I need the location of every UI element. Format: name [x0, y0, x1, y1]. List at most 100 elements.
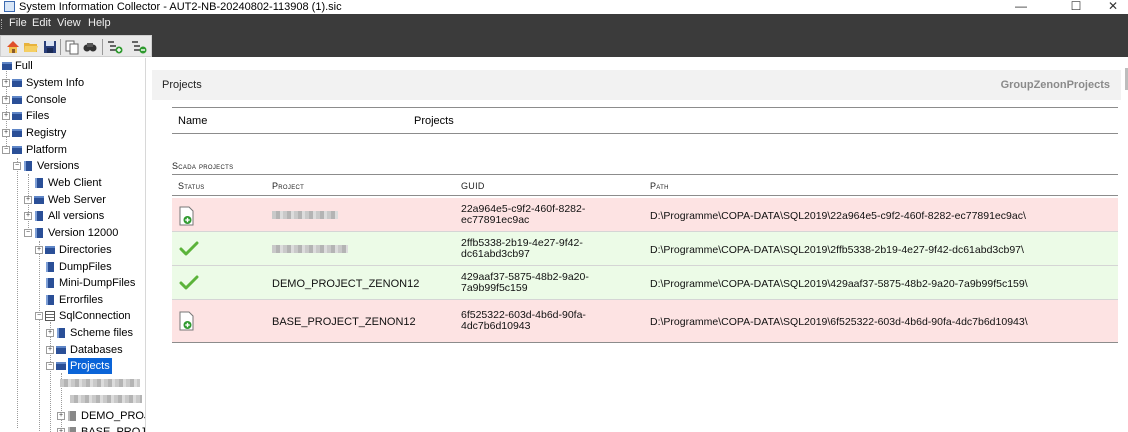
tree-item-label: Web Client [48, 177, 102, 189]
document-icon [46, 278, 54, 288]
menu-file[interactable]: File [9, 17, 27, 30]
close-button[interactable]: ✕ [1098, 0, 1128, 14]
collapse-icon[interactable]: − [24, 229, 32, 237]
folder-icon [56, 346, 66, 354]
document-icon [35, 228, 43, 238]
folder-icon [12, 129, 22, 137]
expand-icon[interactable]: + [24, 212, 32, 220]
expand-icon[interactable]: + [57, 428, 65, 432]
project-name-cell: BASE_PROJECT_ZENON12 [272, 316, 416, 328]
copy-icon[interactable] [64, 39, 80, 55]
column-header-status[interactable]: Status [178, 181, 205, 191]
menu-grip [1, 19, 3, 29]
window-title: System Information Collector - AUT2-NB-2… [19, 1, 342, 13]
title-bar: System Information Collector - AUT2-NB-2… [0, 0, 1128, 14]
expand-icon[interactable]: + [46, 346, 54, 354]
tree-item-label: Registry [26, 127, 67, 139]
collapse-icon[interactable]: − [13, 162, 21, 170]
menu-edit[interactable]: Edit [32, 17, 51, 30]
collapse-icon[interactable]: − [2, 146, 10, 154]
toolbar-strip [0, 33, 1128, 57]
project-icon [68, 411, 76, 421]
database-icon [45, 311, 55, 321]
tree-connector [50, 322, 51, 432]
document-icon [35, 211, 43, 221]
document-icon [57, 328, 65, 338]
expand-icon[interactable]: + [2, 129, 10, 137]
tree-connector [17, 158, 18, 428]
property-value: Projects [414, 115, 454, 127]
path-cell: D:\Programme\COPA-DATA\SQL2019\22a964e5-… [650, 210, 1026, 222]
tree-item-label: Errorfiles [59, 294, 104, 306]
versions-icon [24, 161, 32, 171]
column-header-guid[interactable]: GUID [461, 181, 485, 191]
add-item-alt-icon[interactable] [131, 39, 147, 55]
collapse-icon[interactable]: − [35, 312, 43, 320]
collapse-icon[interactable]: − [46, 362, 54, 370]
path-cell: D:\Programme\COPA-DATA\SQL2019\2ffb5338-… [650, 244, 1024, 256]
menu-view[interactable]: View [57, 17, 81, 30]
document-icon [46, 262, 54, 272]
tree-connector [39, 241, 40, 431]
folder-icon [12, 96, 22, 104]
checkmark-icon [179, 275, 199, 290]
project-icon [68, 427, 76, 432]
expand-icon[interactable]: + [46, 329, 54, 337]
tree-item-label: Console [26, 94, 67, 106]
folder-icon [12, 146, 22, 154]
guid-cell: 2ffb5338-2b19-4e27-9f42-dc61abd3cb97 [461, 237, 583, 260]
guid-cell: 22a964e5-c9f2-460f-8282-ec77891ec9ac [461, 203, 586, 226]
expand-icon[interactable]: + [24, 196, 32, 204]
redacted-project-name [272, 245, 348, 253]
section-caption: Scada projects [172, 161, 234, 171]
column-header-project[interactable]: Project [272, 181, 304, 191]
tree-item-label: Version 12000 [48, 227, 119, 239]
project-name-cell: DEMO_PROJECT_ZENON12 [272, 278, 420, 290]
open-folder-icon[interactable] [23, 39, 39, 55]
tree-item-label: Databases [70, 344, 123, 356]
tree-item-label: Files [26, 110, 50, 122]
expand-icon[interactable]: + [2, 96, 10, 104]
tree-item-label: Web Server [48, 194, 106, 206]
expand-icon[interactable]: + [2, 79, 10, 87]
document-add-icon [179, 206, 194, 226]
tree-item-label: All versions [48, 210, 105, 222]
column-header-path[interactable]: Path [650, 181, 669, 191]
guid-cell: 429aaf37-5875-48b2-9a20-7a9b99f5c159 [461, 271, 589, 294]
table-row[interactable]: BASE_PROJECT_ZENON12 6f525322-603d-4b6d-… [172, 300, 1118, 342]
maximize-button[interactable]: ☐ [1061, 0, 1091, 14]
add-item-icon[interactable] [107, 39, 123, 55]
save-icon[interactable] [42, 39, 58, 55]
tree-item-label: BASE_PROJE [81, 426, 146, 432]
guid-cell: 6f525322-603d-4b6d-90fa-4dc7b6d10943 [461, 309, 586, 332]
toolbar-separator [60, 39, 61, 55]
expand-icon[interactable]: + [57, 412, 65, 420]
document-icon [46, 295, 54, 305]
table-bottom-border [172, 342, 1118, 343]
table-row[interactable]: 2ffb5338-2b19-4e27-9f42-dc61abd3cb97 D:\… [172, 232, 1118, 266]
folder-icon [34, 196, 44, 204]
path-cell: D:\Programme\COPA-DATA\SQL2019\6f525322-… [650, 316, 1028, 328]
document-add-icon [179, 311, 194, 331]
minimize-button[interactable]: — [1006, 0, 1036, 14]
panel-title: Projects [162, 79, 202, 91]
menu-help[interactable]: Help [88, 17, 111, 30]
tree-item-label: Scheme files [70, 327, 133, 339]
folder-icon [12, 79, 22, 87]
find-icon[interactable] [82, 39, 98, 55]
app-icon [4, 1, 15, 12]
expand-icon[interactable]: + [35, 246, 43, 254]
table-row[interactable]: 22a964e5-c9f2-460f-8282-ec77891ec9ac D:\… [172, 198, 1118, 232]
toolbar [0, 35, 152, 57]
path-cell: D:\Programme\COPA-DATA\SQL2019\429aaf37-… [650, 278, 1028, 290]
redacted-project-name [60, 379, 140, 387]
tree-item-label: Projects [68, 358, 112, 374]
table-row[interactable]: DEMO_PROJECT_ZENON12 429aaf37-5875-48b2-… [172, 266, 1118, 300]
document-icon [35, 178, 43, 188]
tree-item-label: System Info [26, 77, 85, 89]
home-icon[interactable] [5, 39, 21, 55]
redacted-project-name [272, 211, 338, 219]
expand-icon[interactable]: + [2, 112, 10, 120]
tree-item-label: SqlConnection [59, 310, 131, 322]
name-property-row: Name Projects [172, 107, 1118, 134]
